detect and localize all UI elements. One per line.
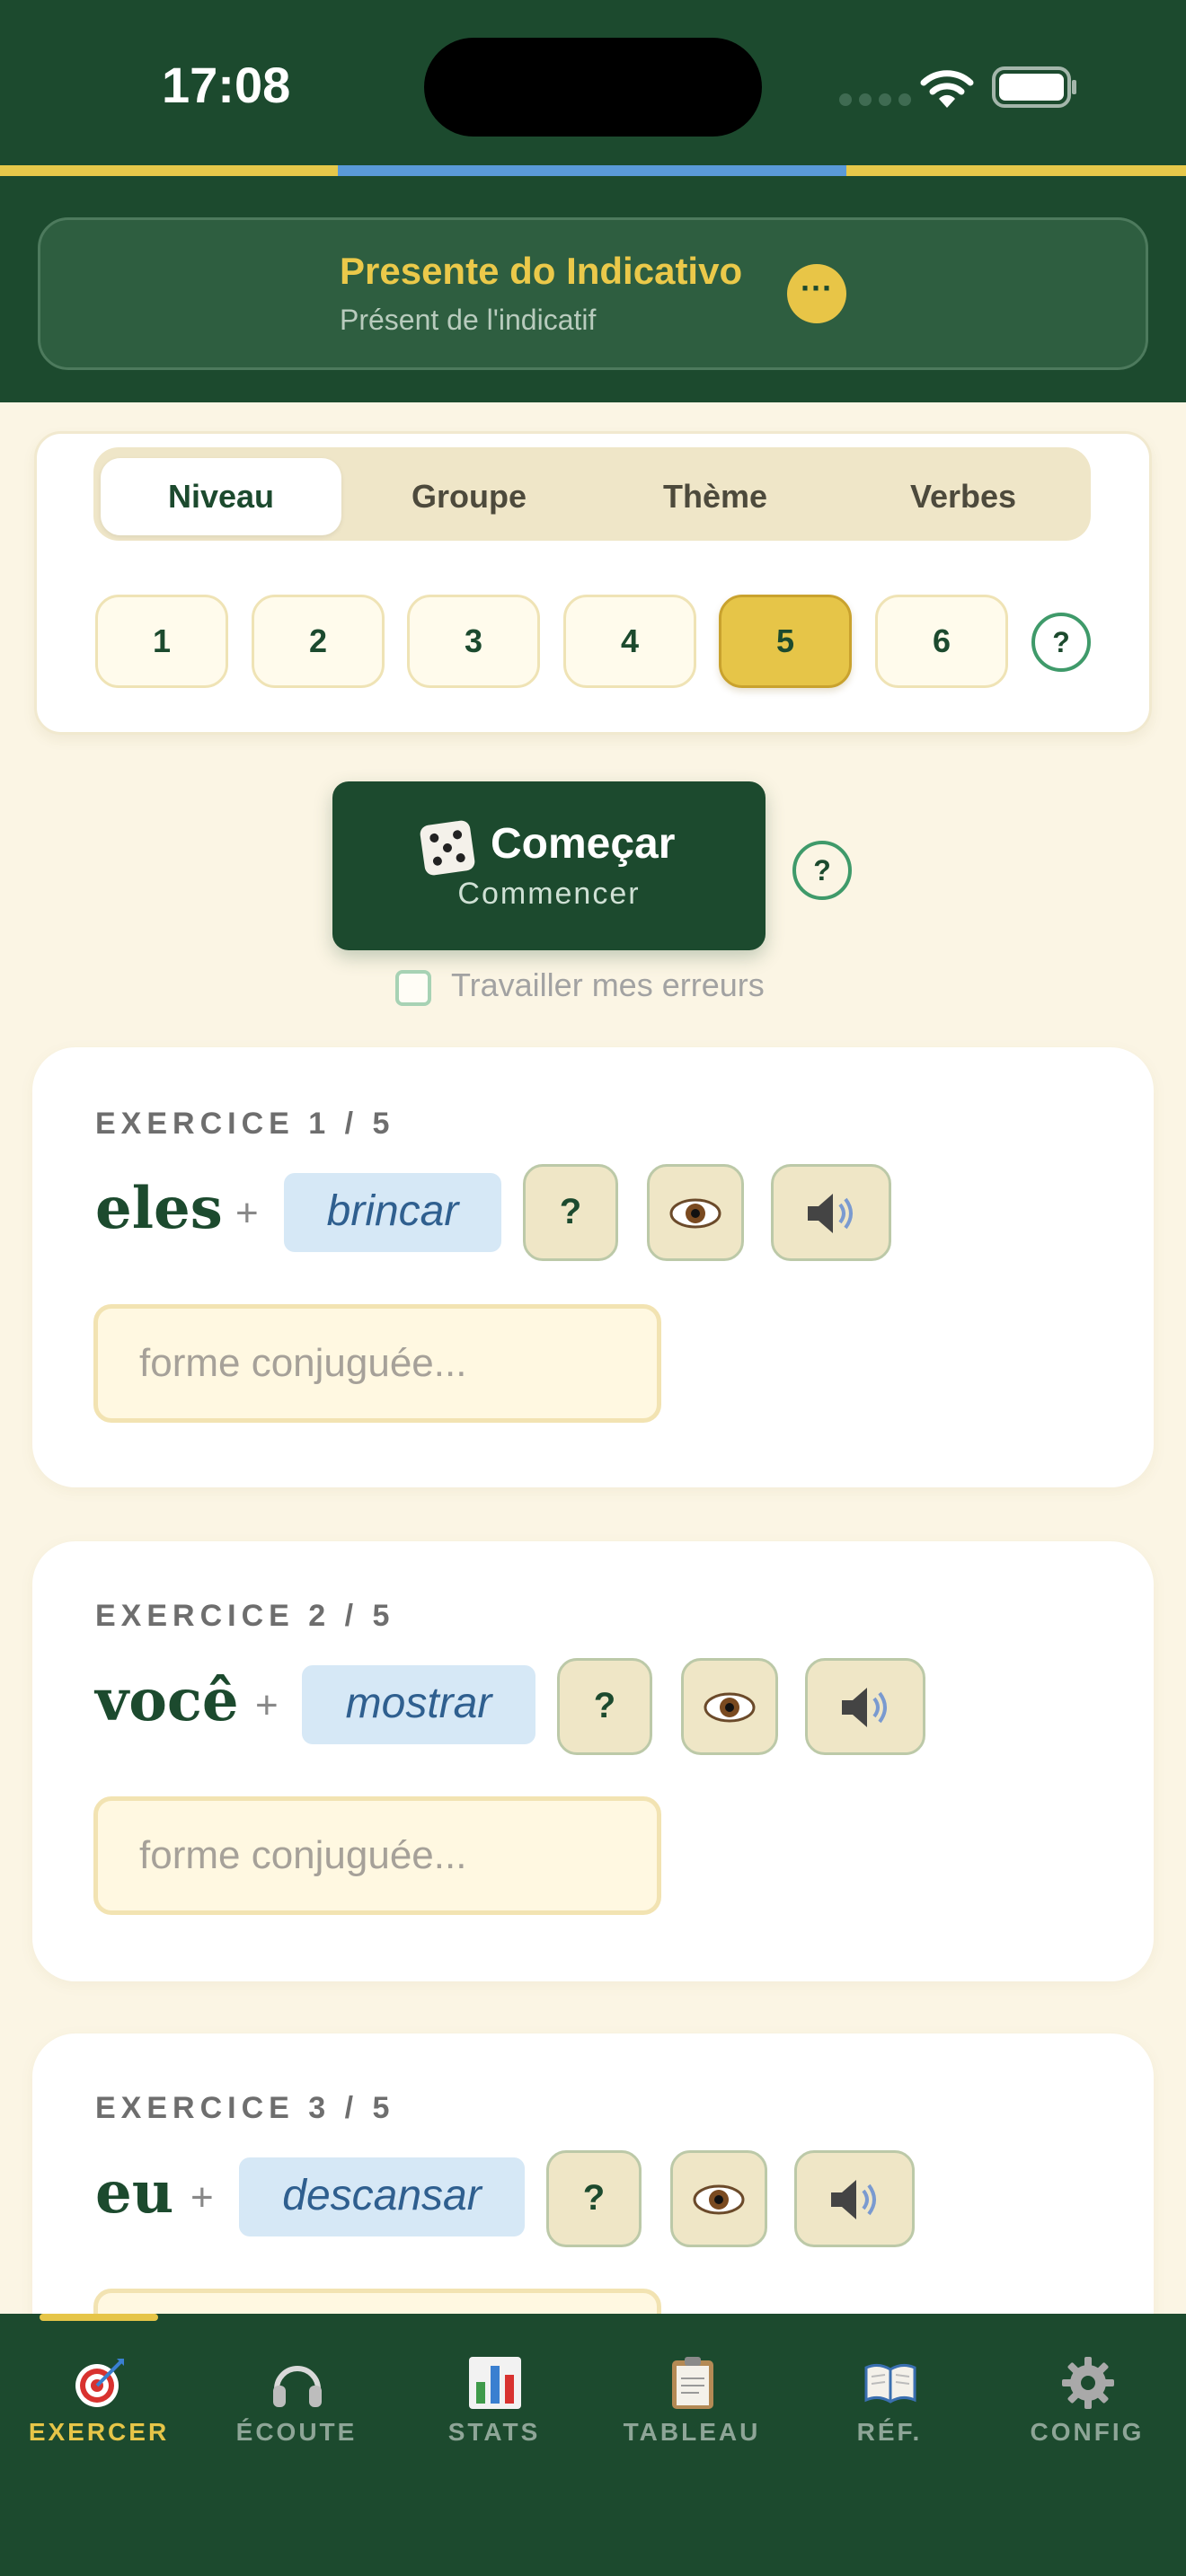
headphones-icon bbox=[273, 2366, 322, 2407]
nav-label: ÉCOUTE bbox=[235, 2418, 358, 2446]
nav-item-ecoute[interactable]: ÉCOUTE bbox=[198, 2342, 395, 2468]
tab-verbes[interactable]: Verbes bbox=[843, 458, 1084, 535]
speaker-icon bbox=[831, 2180, 876, 2219]
start-sublabel: Commencer bbox=[457, 877, 641, 911]
mistakes-label: Travailler mes erreurs bbox=[451, 966, 765, 1003]
more-options-button[interactable]: ··· bbox=[787, 264, 846, 323]
nav-label: EXERCER bbox=[28, 2418, 170, 2446]
reveal-eye-button[interactable] bbox=[681, 1658, 778, 1755]
tab-niveau[interactable]: Niveau bbox=[101, 458, 341, 535]
verb-pill: mostrar bbox=[302, 1665, 535, 1744]
exercise-title: EXERCICE 3 / 5 bbox=[95, 2091, 395, 2125]
signal-dots-icon bbox=[839, 93, 911, 106]
audio-button[interactable] bbox=[794, 2150, 915, 2247]
tab-groupe[interactable]: Groupe bbox=[349, 458, 589, 535]
nav-active-indicator bbox=[40, 2314, 158, 2321]
nav-label: STATS bbox=[447, 2418, 541, 2446]
hint-button[interactable]: ? bbox=[557, 1658, 652, 1755]
reveal-eye-button[interactable] bbox=[647, 1164, 744, 1261]
level-button-1[interactable]: 1 bbox=[95, 595, 228, 688]
eye-icon bbox=[669, 1198, 721, 1229]
level-button-6[interactable]: 6 bbox=[875, 595, 1008, 688]
verb-pill: descansar bbox=[239, 2157, 525, 2236]
verb-pill: brincar bbox=[284, 1173, 501, 1252]
nav-label: RÉF. bbox=[856, 2418, 923, 2446]
bar-chart-icon bbox=[469, 2357, 521, 2409]
mistakes-checkbox[interactable] bbox=[395, 970, 431, 1006]
level-button-2[interactable]: 2 bbox=[252, 595, 385, 688]
nav-item-tableau[interactable]: TABLEAU bbox=[593, 2342, 791, 2468]
speaker-icon bbox=[842, 1688, 887, 1727]
dynamic-island bbox=[424, 38, 762, 137]
battery-icon bbox=[992, 66, 1076, 108]
target-icon bbox=[75, 2359, 124, 2407]
nav-item-config[interactable]: CONFIG bbox=[988, 2342, 1186, 2468]
tense-selector[interactable] bbox=[38, 217, 1148, 370]
tense-title: Presente do Indicativo bbox=[340, 250, 743, 292]
level-button-5[interactable]: 5 bbox=[719, 595, 852, 688]
start-label: Começar bbox=[491, 820, 676, 868]
tense-subtitle: Présent de l'indicatif bbox=[340, 304, 597, 336]
exercise-title: EXERCICE 2 / 5 bbox=[95, 1599, 395, 1633]
answer-input[interactable] bbox=[93, 1304, 661, 1423]
wifi-icon bbox=[920, 70, 974, 108]
nav-item-exercer[interactable]: EXERCER bbox=[0, 2342, 198, 2468]
tab-theme[interactable]: Thème bbox=[595, 458, 836, 535]
header-stripe-progress bbox=[338, 165, 846, 176]
nav-label: TABLEAU bbox=[623, 2418, 761, 2446]
level-button-4[interactable]: 4 bbox=[563, 595, 696, 688]
eye-icon bbox=[693, 2184, 745, 2215]
nav-item-stats[interactable]: STATS bbox=[395, 2342, 593, 2468]
plus-sign: + bbox=[255, 1683, 279, 1727]
reveal-eye-button[interactable] bbox=[670, 2150, 767, 2247]
hint-button[interactable]: ? bbox=[546, 2150, 642, 2247]
start-help-button[interactable]: ? bbox=[792, 841, 852, 900]
gear-icon bbox=[1062, 2357, 1114, 2409]
nav-label: CONFIG bbox=[1030, 2418, 1145, 2446]
level-help-button[interactable]: ? bbox=[1031, 613, 1091, 672]
pronoun: você bbox=[95, 1667, 239, 1734]
hint-button[interactable]: ? bbox=[523, 1164, 618, 1261]
status-time: 17:08 bbox=[162, 57, 291, 113]
audio-button[interactable] bbox=[771, 1164, 891, 1261]
plus-sign: + bbox=[190, 2175, 214, 2219]
book-icon bbox=[864, 2363, 916, 2404]
audio-button[interactable] bbox=[805, 1658, 925, 1755]
level-button-3[interactable]: 3 bbox=[407, 595, 540, 688]
clipboard-icon bbox=[672, 2357, 713, 2409]
plus-sign: + bbox=[235, 1191, 259, 1235]
eye-icon bbox=[704, 1692, 756, 1723]
speaker-icon bbox=[808, 1194, 853, 1233]
answer-input[interactable] bbox=[93, 1796, 661, 1915]
pronoun: eu bbox=[95, 2159, 174, 2227]
pronoun: eles bbox=[95, 1175, 223, 1242]
nav-item-ref[interactable]: RÉF. bbox=[791, 2342, 988, 2468]
dice-icon bbox=[419, 819, 476, 877]
exercise-title: EXERCICE 1 / 5 bbox=[95, 1107, 395, 1141]
